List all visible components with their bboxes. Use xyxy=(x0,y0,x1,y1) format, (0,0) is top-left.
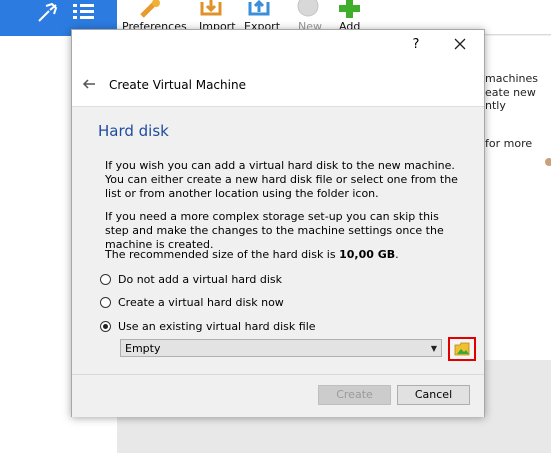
import-icon[interactable] xyxy=(200,0,222,18)
option-label: Create a virtual hard disk now xyxy=(118,295,284,309)
wizard-title: Create Virtual Machine xyxy=(109,78,246,92)
back-arrow-icon[interactable] xyxy=(81,76,97,92)
preferences-icon[interactable] xyxy=(138,0,164,18)
recommended-size-suffix: . xyxy=(395,248,399,261)
option-create-disk[interactable]: Create a virtual hard disk now xyxy=(100,294,284,310)
welcome-text-line: machines xyxy=(485,72,539,85)
option-label: Use an existing virtual hard disk file xyxy=(118,319,316,333)
disk-file-select[interactable]: Empty ▼ xyxy=(120,339,442,357)
option-existing-disk[interactable]: Use an existing virtual hard disk file xyxy=(100,318,316,334)
radio-button[interactable] xyxy=(100,273,111,285)
cancel-button[interactable]: Cancel xyxy=(397,385,470,405)
radio-button[interactable] xyxy=(100,296,111,308)
recommended-size-text: The recommended size of the hard disk is… xyxy=(105,248,460,262)
recommended-size-value: 10,00 GB xyxy=(339,248,396,261)
welcome-text-line: for more xyxy=(485,137,533,150)
dialog-footer: Create Cancel xyxy=(72,374,484,417)
create-vm-dialog: ? Create Virtual Machine Hard disk If yo… xyxy=(71,29,485,417)
decorative-image xyxy=(545,158,551,166)
add-icon[interactable] xyxy=(337,0,361,18)
advanced-hint-text: If you need a more complex storage set-u… xyxy=(105,210,444,251)
folder-icon xyxy=(454,342,470,356)
description-text: If you wish you can add a virtual hard d… xyxy=(105,159,458,200)
choose-disk-file-button[interactable] xyxy=(448,337,476,361)
wizard-page: Hard disk If you wish you can add a virt… xyxy=(72,106,484,375)
disk-select-value: Empty xyxy=(125,341,161,355)
recommended-size-prefix: The recommended size of the hard disk is xyxy=(105,248,340,261)
radio-button-selected[interactable] xyxy=(100,320,111,332)
page-title: Hard disk xyxy=(98,122,169,140)
dialog-titlebar: ? xyxy=(72,30,484,62)
chevron-down-icon: ▼ xyxy=(430,343,437,353)
new-icon[interactable] xyxy=(296,0,320,18)
option-no-disk[interactable]: Do not add a virtual hard disk xyxy=(100,271,282,287)
welcome-text-line: eate new xyxy=(485,86,536,99)
welcome-text-line: ntly xyxy=(485,99,506,112)
tools-icon[interactable] xyxy=(36,2,60,24)
help-button[interactable]: ? xyxy=(408,37,424,53)
export-icon[interactable] xyxy=(248,0,270,18)
close-icon[interactable] xyxy=(452,36,468,52)
option-label: Do not add a virtual hard disk xyxy=(118,272,282,286)
list-view-icon[interactable] xyxy=(72,3,96,21)
create-button[interactable]: Create xyxy=(318,385,391,405)
